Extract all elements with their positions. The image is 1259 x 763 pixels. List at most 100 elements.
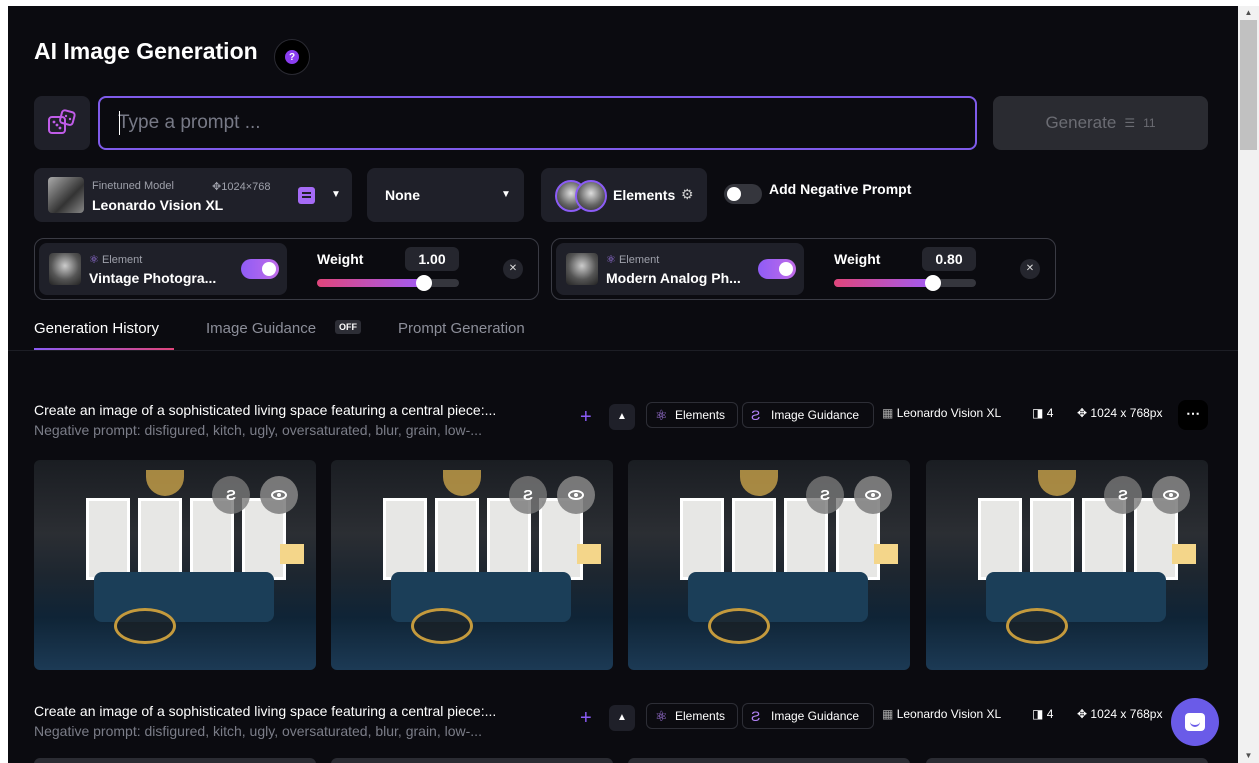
model-name: Leonardo Vision XL [92, 197, 224, 213]
model-info-icon[interactable] [298, 187, 315, 204]
eye-icon[interactable] [854, 476, 892, 514]
chat-support-button[interactable] [1171, 698, 1219, 746]
generated-image[interactable] [628, 758, 910, 763]
chat-icon [1185, 713, 1205, 731]
eye-icon[interactable] [1152, 476, 1190, 514]
image-detail [708, 608, 770, 644]
atom-icon: ⚛ [89, 254, 99, 266]
elements-chip[interactable]: ⚛ Elements [646, 703, 738, 729]
eye-icon[interactable] [260, 476, 298, 514]
generation-negative-prompt: Negative prompt: disfigured, kitch, ugly… [34, 723, 482, 739]
more-options-button[interactable]: ⋯ [1178, 400, 1208, 430]
move-icon: ✥ [212, 181, 222, 193]
generated-image[interactable] [926, 758, 1208, 763]
generated-image[interactable] [331, 758, 613, 763]
model-thumbnail [48, 177, 84, 213]
image-detail [680, 498, 724, 580]
elements-chip[interactable]: ⚛ Elements [646, 402, 738, 428]
tab-generation-history[interactable]: Generation History [34, 320, 159, 337]
image-guidance-icon[interactable]: Ƨ [1104, 476, 1142, 514]
random-prompt-button[interactable] [34, 96, 90, 150]
slider-thumb[interactable] [415, 275, 432, 291]
close-icon[interactable]: ✕ [1020, 259, 1040, 279]
image-detail [383, 498, 427, 580]
tab-image-guidance[interactable]: Image Guidance [206, 320, 316, 337]
model-selector[interactable]: Finetuned Model ✥1024×768 Leonardo Visio… [34, 168, 352, 222]
weight-value[interactable]: 0.80 [922, 247, 976, 271]
weight-label: Weight [834, 251, 881, 267]
generation-model: ▦ Leonardo Vision XL [882, 707, 1002, 721]
help-button[interactable]: ? [274, 39, 310, 75]
image-count: ◨ 4 [1032, 406, 1054, 420]
element-toggle[interactable] [241, 259, 279, 279]
plus-icon[interactable]: + [580, 406, 592, 429]
weight-value[interactable]: 1.00 [405, 247, 459, 271]
scroll-down-icon[interactable]: ▼ [1238, 749, 1259, 763]
image-detail [86, 498, 130, 580]
image-count: ◨ 4 [1032, 707, 1054, 721]
generation-prompt[interactable]: Create an image of a sophisticated livin… [34, 402, 496, 418]
element-toggle[interactable] [758, 259, 796, 279]
eye-icon[interactable] [557, 476, 595, 514]
image-detail [978, 498, 1022, 580]
image-guidance-chip[interactable]: Ƨ Image Guidance [742, 402, 874, 428]
arrow-up-icon[interactable]: ▲ [609, 404, 635, 430]
generate-label: Generate [1045, 113, 1117, 132]
gear-icon: ⚙ [681, 186, 694, 202]
image-guidance-icon[interactable]: Ƨ [806, 476, 844, 514]
dice-icon [48, 109, 76, 134]
generated-image[interactable] [34, 758, 316, 763]
generation-model: ▦ Leonardo Vision XL [882, 406, 1002, 420]
scroll-up-icon[interactable]: ▲ [1238, 6, 1259, 20]
generated-image[interactable]: Ƨ [926, 460, 1208, 670]
slider-thumb[interactable] [925, 275, 942, 291]
negative-prompt-toggle[interactable] [724, 184, 762, 204]
element-name: Vintage Photogra... [89, 270, 217, 286]
plus-icon[interactable]: + [580, 707, 592, 730]
tab-prompt-generation[interactable]: Prompt Generation [398, 320, 525, 337]
elements-button[interactable]: Elements ⚙ [541, 168, 707, 222]
slider-fill [317, 279, 424, 287]
token-cost: 11 [1143, 116, 1156, 130]
image-guidance-icon[interactable]: Ƨ [212, 476, 250, 514]
scrollbar[interactable]: ▲ ▼ [1238, 6, 1259, 763]
image-detail [732, 498, 776, 580]
prompt-input[interactable] [118, 112, 975, 134]
weight-slider[interactable] [317, 275, 459, 291]
generated-image[interactable]: Ƨ [331, 460, 613, 670]
generated-image[interactable]: Ƨ [34, 460, 316, 670]
element-name: Modern Analog Ph... [606, 270, 741, 286]
image-detail [1172, 544, 1196, 564]
style-dropdown[interactable]: None ▼ [367, 168, 524, 222]
image-detail [577, 544, 601, 564]
image-detail [435, 498, 479, 580]
token-icon: ☰ [1124, 116, 1136, 130]
active-tab-indicator [34, 348, 174, 350]
element-card: ⚛ Element Modern Analog Ph... Weight 0.8… [551, 238, 1056, 300]
atom-icon: ⚛ [655, 708, 668, 724]
images-icon: ◨ [1032, 707, 1044, 721]
model-dimensions: ✥1024×768 [212, 181, 271, 193]
atom-icon: ⚛ [655, 407, 668, 423]
images-icon: ◨ [1032, 406, 1044, 420]
style-value: None [385, 187, 420, 203]
generate-button[interactable]: Generate ☰ 11 [993, 96, 1208, 150]
generated-image[interactable]: Ƨ [628, 460, 910, 670]
scrollbar-thumb[interactable] [1240, 20, 1257, 150]
image-size: ✥ 1024 x 768px [1077, 707, 1163, 721]
image-guidance-icon[interactable]: Ƨ [509, 476, 547, 514]
prompt-field[interactable] [98, 96, 977, 150]
close-icon[interactable]: ✕ [503, 259, 523, 279]
arrow-up-icon[interactable]: ▲ [609, 705, 635, 731]
chevron-down-icon[interactable]: ▼ [331, 189, 341, 200]
app-window: AI Image Generation ? Generate ☰ 11 Fine… [8, 6, 1238, 763]
image-size: ✥ 1024 x 768px [1077, 406, 1163, 420]
tab-bar: Generation History Image Guidance OFF Pr… [8, 316, 1238, 351]
status-badge: OFF [335, 320, 361, 334]
toggle-knob [779, 262, 793, 276]
generation-prompt[interactable]: Create an image of a sophisticated livin… [34, 703, 496, 719]
element-info: ⚛ Element Modern Analog Ph... [556, 243, 804, 295]
weight-slider[interactable] [834, 275, 976, 291]
image-guidance-chip[interactable]: Ƨ Image Guidance [742, 703, 874, 729]
question-icon: ? [285, 50, 299, 64]
